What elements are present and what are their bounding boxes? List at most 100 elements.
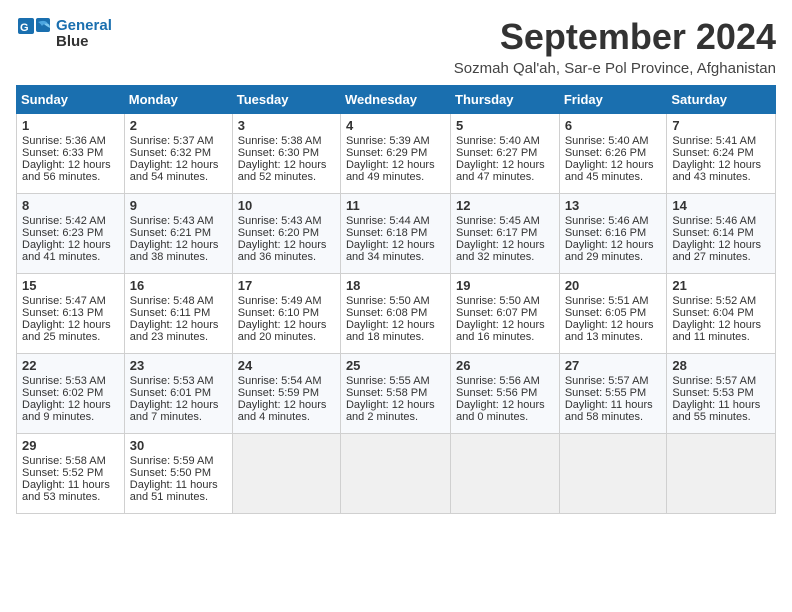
- calendar-cell: 23 Sunrise: 5:53 AM Sunset: 6:01 PM Dayl…: [124, 354, 232, 434]
- day-number: 10: [238, 198, 335, 213]
- month-title: September 2024: [454, 16, 776, 58]
- sunset-label: Sunset: 6:23 PM: [22, 227, 103, 239]
- location-subtitle: Sozmah Qal'ah, Sar-e Pol Province, Afgha…: [454, 60, 776, 77]
- daylight-label: Daylight: 12 hours and 41 minutes.: [22, 239, 111, 263]
- sunrise-label: Sunrise: 5:36 AM: [22, 135, 106, 147]
- day-number: 11: [346, 198, 445, 213]
- sunset-label: Sunset: 6:21 PM: [130, 227, 211, 239]
- sunrise-label: Sunrise: 5:43 AM: [130, 215, 214, 227]
- sunrise-label: Sunrise: 5:58 AM: [22, 455, 106, 467]
- sunset-label: Sunset: 6:29 PM: [346, 147, 427, 159]
- day-number: 28: [672, 358, 770, 373]
- sunset-label: Sunset: 5:50 PM: [130, 467, 211, 479]
- day-number: 5: [456, 118, 554, 133]
- sunrise-label: Sunrise: 5:56 AM: [456, 375, 540, 387]
- daylight-label: Daylight: 12 hours and 2 minutes.: [346, 399, 435, 423]
- calendar-cell: 24 Sunrise: 5:54 AM Sunset: 5:59 PM Dayl…: [232, 354, 340, 434]
- calendar-cell: 5 Sunrise: 5:40 AM Sunset: 6:27 PM Dayli…: [451, 114, 560, 194]
- day-number: 25: [346, 358, 445, 373]
- day-number: 6: [565, 118, 662, 133]
- sunrise-label: Sunrise: 5:55 AM: [346, 375, 430, 387]
- sunrise-label: Sunrise: 5:40 AM: [565, 135, 649, 147]
- sunrise-label: Sunrise: 5:51 AM: [565, 295, 649, 307]
- sunset-label: Sunset: 6:13 PM: [22, 307, 103, 319]
- sunrise-label: Sunrise: 5:38 AM: [238, 135, 322, 147]
- calendar-week-2: 8 Sunrise: 5:42 AM Sunset: 6:23 PM Dayli…: [17, 194, 776, 274]
- sunset-label: Sunset: 6:24 PM: [672, 147, 753, 159]
- calendar-week-1: 1 Sunrise: 5:36 AM Sunset: 6:33 PM Dayli…: [17, 114, 776, 194]
- daylight-label: Daylight: 12 hours and 13 minutes.: [565, 319, 654, 343]
- day-number: 9: [130, 198, 227, 213]
- day-number: 15: [22, 278, 119, 293]
- daylight-label: Daylight: 12 hours and 16 minutes.: [456, 319, 545, 343]
- sunset-label: Sunset: 5:55 PM: [565, 387, 646, 399]
- sunrise-label: Sunrise: 5:41 AM: [672, 135, 756, 147]
- calendar-cell: [232, 434, 340, 514]
- day-number: 29: [22, 438, 119, 453]
- daylight-label: Daylight: 12 hours and 11 minutes.: [672, 319, 761, 343]
- daylight-label: Daylight: 11 hours and 58 minutes.: [565, 399, 653, 423]
- title-block: September 2024 Sozmah Qal'ah, Sar-e Pol …: [454, 16, 776, 77]
- daylight-label: Daylight: 12 hours and 38 minutes.: [130, 239, 219, 263]
- logo-general: General: [56, 18, 112, 35]
- sunset-label: Sunset: 5:52 PM: [22, 467, 103, 479]
- weekday-header-thursday: Thursday: [451, 86, 560, 114]
- sunset-label: Sunset: 6:33 PM: [22, 147, 103, 159]
- calendar-cell: 3 Sunrise: 5:38 AM Sunset: 6:30 PM Dayli…: [232, 114, 340, 194]
- day-number: 24: [238, 358, 335, 373]
- sunset-label: Sunset: 6:18 PM: [346, 227, 427, 239]
- sunset-label: Sunset: 6:11 PM: [130, 307, 211, 319]
- calendar-cell: 12 Sunrise: 5:45 AM Sunset: 6:17 PM Dayl…: [451, 194, 560, 274]
- calendar-cell: 7 Sunrise: 5:41 AM Sunset: 6:24 PM Dayli…: [667, 114, 776, 194]
- sunset-label: Sunset: 6:07 PM: [456, 307, 537, 319]
- day-number: 7: [672, 118, 770, 133]
- daylight-label: Daylight: 12 hours and 32 minutes.: [456, 239, 545, 263]
- calendar-cell: 9 Sunrise: 5:43 AM Sunset: 6:21 PM Dayli…: [124, 194, 232, 274]
- daylight-label: Daylight: 12 hours and 43 minutes.: [672, 159, 761, 183]
- sunrise-label: Sunrise: 5:49 AM: [238, 295, 322, 307]
- daylight-label: Daylight: 12 hours and 20 minutes.: [238, 319, 327, 343]
- sunrise-label: Sunrise: 5:53 AM: [22, 375, 106, 387]
- logo-blue: Blue: [56, 34, 112, 51]
- calendar-cell: 28 Sunrise: 5:57 AM Sunset: 5:53 PM Dayl…: [667, 354, 776, 434]
- sunset-label: Sunset: 6:32 PM: [130, 147, 211, 159]
- sunset-label: Sunset: 6:02 PM: [22, 387, 103, 399]
- day-number: 17: [238, 278, 335, 293]
- daylight-label: Daylight: 12 hours and 36 minutes.: [238, 239, 327, 263]
- calendar-cell: [451, 434, 560, 514]
- sunrise-label: Sunrise: 5:48 AM: [130, 295, 214, 307]
- calendar-table: SundayMondayTuesdayWednesdayThursdayFrid…: [16, 85, 776, 514]
- sunrise-label: Sunrise: 5:52 AM: [672, 295, 756, 307]
- calendar-cell: 11 Sunrise: 5:44 AM Sunset: 6:18 PM Dayl…: [340, 194, 450, 274]
- daylight-label: Daylight: 12 hours and 23 minutes.: [130, 319, 219, 343]
- calendar-cell: 6 Sunrise: 5:40 AM Sunset: 6:26 PM Dayli…: [559, 114, 667, 194]
- daylight-label: Daylight: 12 hours and 49 minutes.: [346, 159, 435, 183]
- day-number: 26: [456, 358, 554, 373]
- calendar-header-row: SundayMondayTuesdayWednesdayThursdayFrid…: [17, 86, 776, 114]
- sunrise-label: Sunrise: 5:57 AM: [672, 375, 756, 387]
- calendar-cell: 16 Sunrise: 5:48 AM Sunset: 6:11 PM Dayl…: [124, 274, 232, 354]
- sunset-label: Sunset: 6:17 PM: [456, 227, 537, 239]
- sunset-label: Sunset: 6:10 PM: [238, 307, 319, 319]
- day-number: 3: [238, 118, 335, 133]
- daylight-label: Daylight: 11 hours and 55 minutes.: [672, 399, 760, 423]
- sunrise-label: Sunrise: 5:50 AM: [456, 295, 540, 307]
- daylight-label: Daylight: 12 hours and 18 minutes.: [346, 319, 435, 343]
- calendar-cell: 22 Sunrise: 5:53 AM Sunset: 6:02 PM Dayl…: [17, 354, 125, 434]
- sunrise-label: Sunrise: 5:46 AM: [672, 215, 756, 227]
- day-number: 2: [130, 118, 227, 133]
- sunset-label: Sunset: 6:14 PM: [672, 227, 753, 239]
- day-number: 27: [565, 358, 662, 373]
- weekday-header-saturday: Saturday: [667, 86, 776, 114]
- sunset-label: Sunset: 6:04 PM: [672, 307, 753, 319]
- day-number: 18: [346, 278, 445, 293]
- sunrise-label: Sunrise: 5:46 AM: [565, 215, 649, 227]
- day-number: 14: [672, 198, 770, 213]
- daylight-label: Daylight: 12 hours and 45 minutes.: [565, 159, 654, 183]
- calendar-cell: 17 Sunrise: 5:49 AM Sunset: 6:10 PM Dayl…: [232, 274, 340, 354]
- daylight-label: Daylight: 12 hours and 29 minutes.: [565, 239, 654, 263]
- sunset-label: Sunset: 5:59 PM: [238, 387, 319, 399]
- calendar-cell: 27 Sunrise: 5:57 AM Sunset: 5:55 PM Dayl…: [559, 354, 667, 434]
- day-number: 19: [456, 278, 554, 293]
- calendar-cell: [559, 434, 667, 514]
